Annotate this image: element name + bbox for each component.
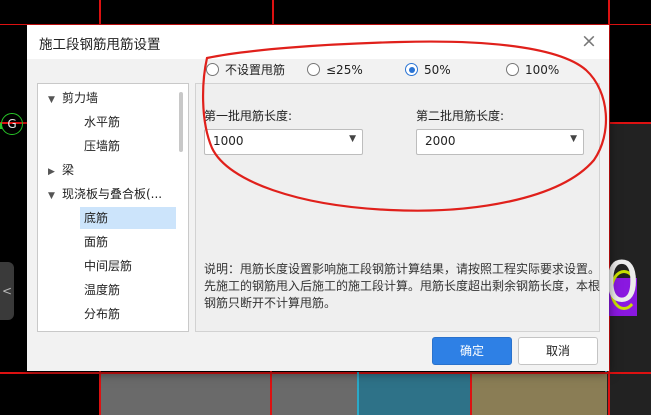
dialog-titlebar[interactable]: 施工段钢筋甩筋设置 ×: [27, 25, 609, 59]
radio-circle-icon[interactable]: [506, 63, 519, 76]
chevron-down-icon[interactable]: ▼: [570, 134, 577, 144]
cad-olive-block: [472, 372, 607, 415]
radio-25[interactable]: ≤25%: [307, 61, 363, 79]
first-batch-label: 第一批甩筋长度:: [204, 109, 293, 123]
tree-item-label: 压墙筋: [84, 139, 121, 153]
cad-red-line: [272, 0, 274, 25]
axis-marker: G: [1, 113, 23, 135]
chevron-down-icon[interactable]: ▼: [349, 134, 356, 144]
cad-red-line: [0, 372, 651, 374]
tree-item-horizontal-bar[interactable]: 水平筋: [80, 111, 176, 133]
cad-red-line: [609, 122, 651, 124]
cad-red-line: [470, 372, 472, 415]
tree-item-label: 梁: [62, 163, 75, 177]
second-batch-length-select[interactable]: 2000 ▼: [416, 129, 584, 155]
first-batch-value: 1000: [213, 134, 244, 148]
description-note: 说明：甩筋长度设置影响施工段钢筋计算结果，请按照工程实际要求设置。先施工的钢筋甩…: [204, 262, 601, 310]
tree-item-beam[interactable]: ▶ 梁: [38, 159, 74, 181]
expand-arrow-icon[interactable]: ▼: [48, 185, 62, 207]
second-batch-value: 2000: [425, 134, 456, 148]
tree-item-bottom-bar[interactable]: 底筋: [80, 207, 176, 229]
collapse-arrow-icon[interactable]: ▶: [48, 161, 62, 183]
first-batch-length-select[interactable]: 1000 ▼: [204, 129, 363, 155]
radio-50[interactable]: 50%: [405, 61, 451, 79]
tree-item-label: 温度筋: [84, 283, 121, 297]
radio-100[interactable]: 100%: [506, 61, 559, 79]
tree-item-label: 面筋: [84, 235, 109, 249]
cad-grey-block: [100, 372, 358, 415]
tree-item-label: 水平筋: [84, 115, 121, 129]
tree-item-slab[interactable]: ▼ 现浇板与叠合板(...: [38, 183, 162, 205]
tree-item-middle-bar[interactable]: 中间层筋: [80, 255, 176, 277]
cad-cyan-line: [357, 372, 359, 415]
tree-item-label: 底筋: [84, 211, 109, 225]
tree-item-label: 剪力墙: [62, 91, 99, 105]
rebar-lap-dialog: 施工段钢筋甩筋设置 × ▼ 剪力墙 水平筋 压墙筋 ▶ 梁 ▼ 现浇板与叠合板(...…: [27, 25, 609, 371]
category-tree[interactable]: ▼ 剪力墙 水平筋 压墙筋 ▶ 梁 ▼ 现浇板与叠合板(... 底筋 面筋 中间层筋 …: [37, 83, 189, 332]
tree-item-distribution-bar[interactable]: 分布筋: [80, 303, 176, 325]
tree-scrollbar[interactable]: [179, 92, 183, 152]
radio-label: 50%: [424, 63, 451, 77]
cancel-button[interactable]: 取消: [518, 337, 598, 365]
tree-item-wall-press-bar[interactable]: 压墙筋: [80, 135, 176, 157]
tree-item-shear-wall[interactable]: ▼ 剪力墙: [38, 87, 98, 109]
radio-label: 100%: [525, 63, 560, 77]
cad-big-digit: 0: [604, 250, 640, 315]
tree-item-temperature-bar[interactable]: 温度筋: [80, 279, 176, 301]
collapse-handle[interactable]: <: [0, 262, 14, 320]
cad-teal-block: [358, 372, 472, 415]
radio-label: 不设置甩筋: [225, 63, 286, 77]
cad-red-line: [270, 371, 272, 415]
tree-item-label: 分布筋: [84, 307, 121, 321]
second-batch-label: 第二批甩筋长度:: [416, 109, 505, 123]
ok-button[interactable]: 确定: [432, 337, 512, 365]
radio-circle-icon[interactable]: [405, 63, 418, 76]
radio-circle-icon[interactable]: [307, 63, 320, 76]
close-icon[interactable]: ×: [577, 30, 601, 54]
expand-arrow-icon[interactable]: ▼: [48, 89, 62, 111]
radio-circle-icon[interactable]: [206, 63, 219, 76]
dialog-title: 施工段钢筋甩筋设置: [39, 37, 161, 53]
radio-no-lap[interactable]: 不设置甩筋: [206, 61, 285, 79]
tree-item-label: 中间层筋: [84, 259, 133, 273]
lap-ratio-radio-group: 不设置甩筋 ≤25% 50% 100%: [203, 58, 603, 80]
tree-item-top-bar[interactable]: 面筋: [80, 231, 176, 253]
tree-item-label: 现浇板与叠合板(...: [62, 187, 163, 201]
radio-label: ≤25%: [326, 63, 363, 77]
